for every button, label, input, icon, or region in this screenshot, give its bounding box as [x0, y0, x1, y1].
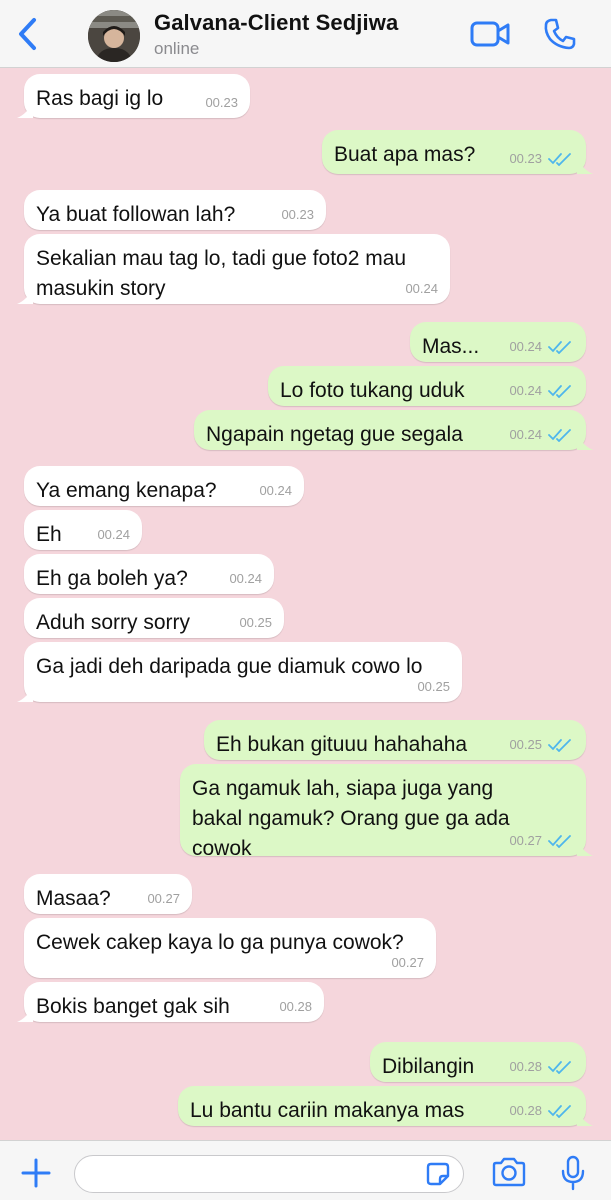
message-incoming[interactable]: Eh ga boleh ya? 00.24 — [24, 554, 274, 594]
double-check-icon — [548, 153, 571, 166]
message-text: Eh — [36, 523, 62, 546]
message-text: Ga ngamuk lah, siapa juga yang bakal nga… — [192, 777, 510, 860]
sticker-icon[interactable] — [424, 1160, 452, 1188]
message-time: 00.27 — [509, 833, 542, 848]
video-call-icon[interactable] — [470, 20, 510, 48]
message-text: Ngapain ngetag gue segala — [206, 423, 463, 446]
message-text: Lu bantu cariin makanya mas — [190, 1099, 465, 1122]
double-check-icon — [548, 385, 571, 398]
double-check-icon — [548, 835, 571, 848]
message-incoming[interactable]: Sekalian mau tag lo, tadi gue foto2 mau … — [17, 234, 450, 304]
message-incoming[interactable]: Ya buat followan lah? 00.23 — [24, 190, 326, 230]
message-time: 00.24 — [97, 527, 130, 542]
message-time: 00.24 — [509, 339, 542, 354]
message-time: 00.27 — [391, 955, 424, 970]
double-check-icon — [548, 1061, 571, 1074]
message-incoming[interactable]: Bokis banget gak sih 00.28 — [17, 982, 324, 1022]
message-outgoing[interactable]: Lo foto tukang uduk 00.24 — [268, 366, 586, 406]
message-text: Cewek cakep kaya lo ga punya cowok? — [36, 931, 404, 954]
message-time: 00.25 — [239, 615, 272, 630]
message-incoming[interactable]: Ya emang kenapa? 00.24 — [24, 466, 304, 506]
message-outgoing[interactable]: Ngapain ngetag gue segala 00.24 — [194, 410, 593, 450]
message-incoming[interactable]: Aduh sorry sorry 00.25 — [24, 598, 284, 638]
message-time: 00.28 — [279, 999, 312, 1014]
message-text: Masaa? — [36, 887, 111, 910]
message-outgoing[interactable]: Eh bukan gituuu hahahaha 00.25 — [204, 720, 586, 760]
composer-bar — [0, 1140, 611, 1200]
chat-header: Galvana-Client Sedjiwa online — [0, 0, 611, 68]
bubble-tail — [17, 686, 33, 702]
message-text: Eh bukan gituuu hahahaha — [216, 733, 468, 756]
message-text: Lo foto tukang uduk — [280, 379, 465, 402]
message-time: 00.24 — [509, 427, 542, 442]
message-outgoing[interactable]: Lu bantu cariin makanya mas 00.28 — [178, 1086, 593, 1126]
contact-status: online — [154, 39, 200, 58]
message-text: Ga jadi deh daripada gue diamuk cowo lo — [36, 655, 423, 678]
message-incoming[interactable]: Masaa? 00.27 — [24, 874, 192, 914]
bubble-tail — [577, 158, 593, 174]
message-outgoing[interactable]: Mas... 00.24 — [410, 322, 586, 362]
message-incoming[interactable]: Ras bagi ig lo 00.23 — [17, 74, 250, 118]
message-input[interactable] — [74, 1155, 464, 1193]
message-time: 00.25 — [417, 679, 450, 694]
bubble-tail — [577, 434, 593, 450]
message-text: Eh ga boleh ya? — [36, 567, 188, 590]
message-incoming[interactable]: Cewek cakep kaya lo ga punya cowok? 00.2… — [24, 918, 436, 978]
double-check-icon — [548, 1105, 571, 1118]
plus-icon[interactable] — [20, 1157, 52, 1189]
message-outgoing[interactable]: Dibilangin 00.28 — [370, 1042, 586, 1082]
message-time: 00.25 — [509, 737, 542, 752]
message-incoming[interactable]: Eh 00.24 — [24, 510, 142, 550]
message-time: 00.28 — [509, 1103, 542, 1118]
message-text: Bokis banget gak sih — [36, 995, 230, 1018]
avatar[interactable] — [88, 10, 140, 62]
bubble-tail — [577, 1110, 593, 1126]
double-check-icon — [548, 341, 571, 354]
message-outgoing[interactable]: Buat apa mas? 00.23 — [322, 130, 593, 174]
message-text: Aduh sorry sorry — [36, 611, 191, 634]
message-text: Mas... — [422, 335, 480, 358]
message-text: Sekalian mau tag lo, tadi gue foto2 mau … — [36, 247, 407, 300]
message-time: 00.28 — [509, 1059, 542, 1074]
double-check-icon — [548, 739, 571, 752]
message-text: Ras bagi ig lo — [36, 87, 164, 110]
contact-name[interactable]: Galvana-Client Sedjiwa — [154, 10, 398, 36]
message-incoming[interactable]: Ga jadi deh daripada gue diamuk cowo lo … — [17, 642, 462, 702]
bubble-tail — [17, 288, 33, 304]
message-time: 00.27 — [147, 891, 180, 906]
chat-area[interactable]: Ras bagi ig lo 00.23 Buat apa mas? 00.23… — [0, 68, 611, 1140]
message-text: Ya buat followan lah? — [36, 203, 236, 226]
message-time: 00.23 — [509, 151, 542, 166]
microphone-icon[interactable] — [560, 1155, 586, 1191]
camera-icon[interactable] — [490, 1156, 528, 1188]
bubble-tail — [17, 102, 33, 118]
bubble-tail — [577, 840, 593, 856]
back-chevron-icon[interactable] — [14, 16, 42, 52]
message-time: 00.23 — [281, 207, 314, 222]
message-text: Buat apa mas? — [334, 143, 476, 166]
double-check-icon — [548, 429, 571, 442]
phone-call-icon[interactable] — [543, 17, 577, 51]
message-time: 00.23 — [205, 95, 238, 110]
bubble-tail — [17, 1006, 33, 1022]
message-text: Ya emang kenapa? — [36, 479, 217, 502]
message-time: 00.24 — [229, 571, 262, 586]
message-time: 00.24 — [509, 383, 542, 398]
message-time: 00.24 — [259, 483, 292, 498]
message-time: 00.24 — [405, 281, 438, 296]
message-text: Dibilangin — [382, 1055, 475, 1078]
message-outgoing[interactable]: Ga ngamuk lah, siapa juga yang bakal nga… — [180, 764, 593, 860]
